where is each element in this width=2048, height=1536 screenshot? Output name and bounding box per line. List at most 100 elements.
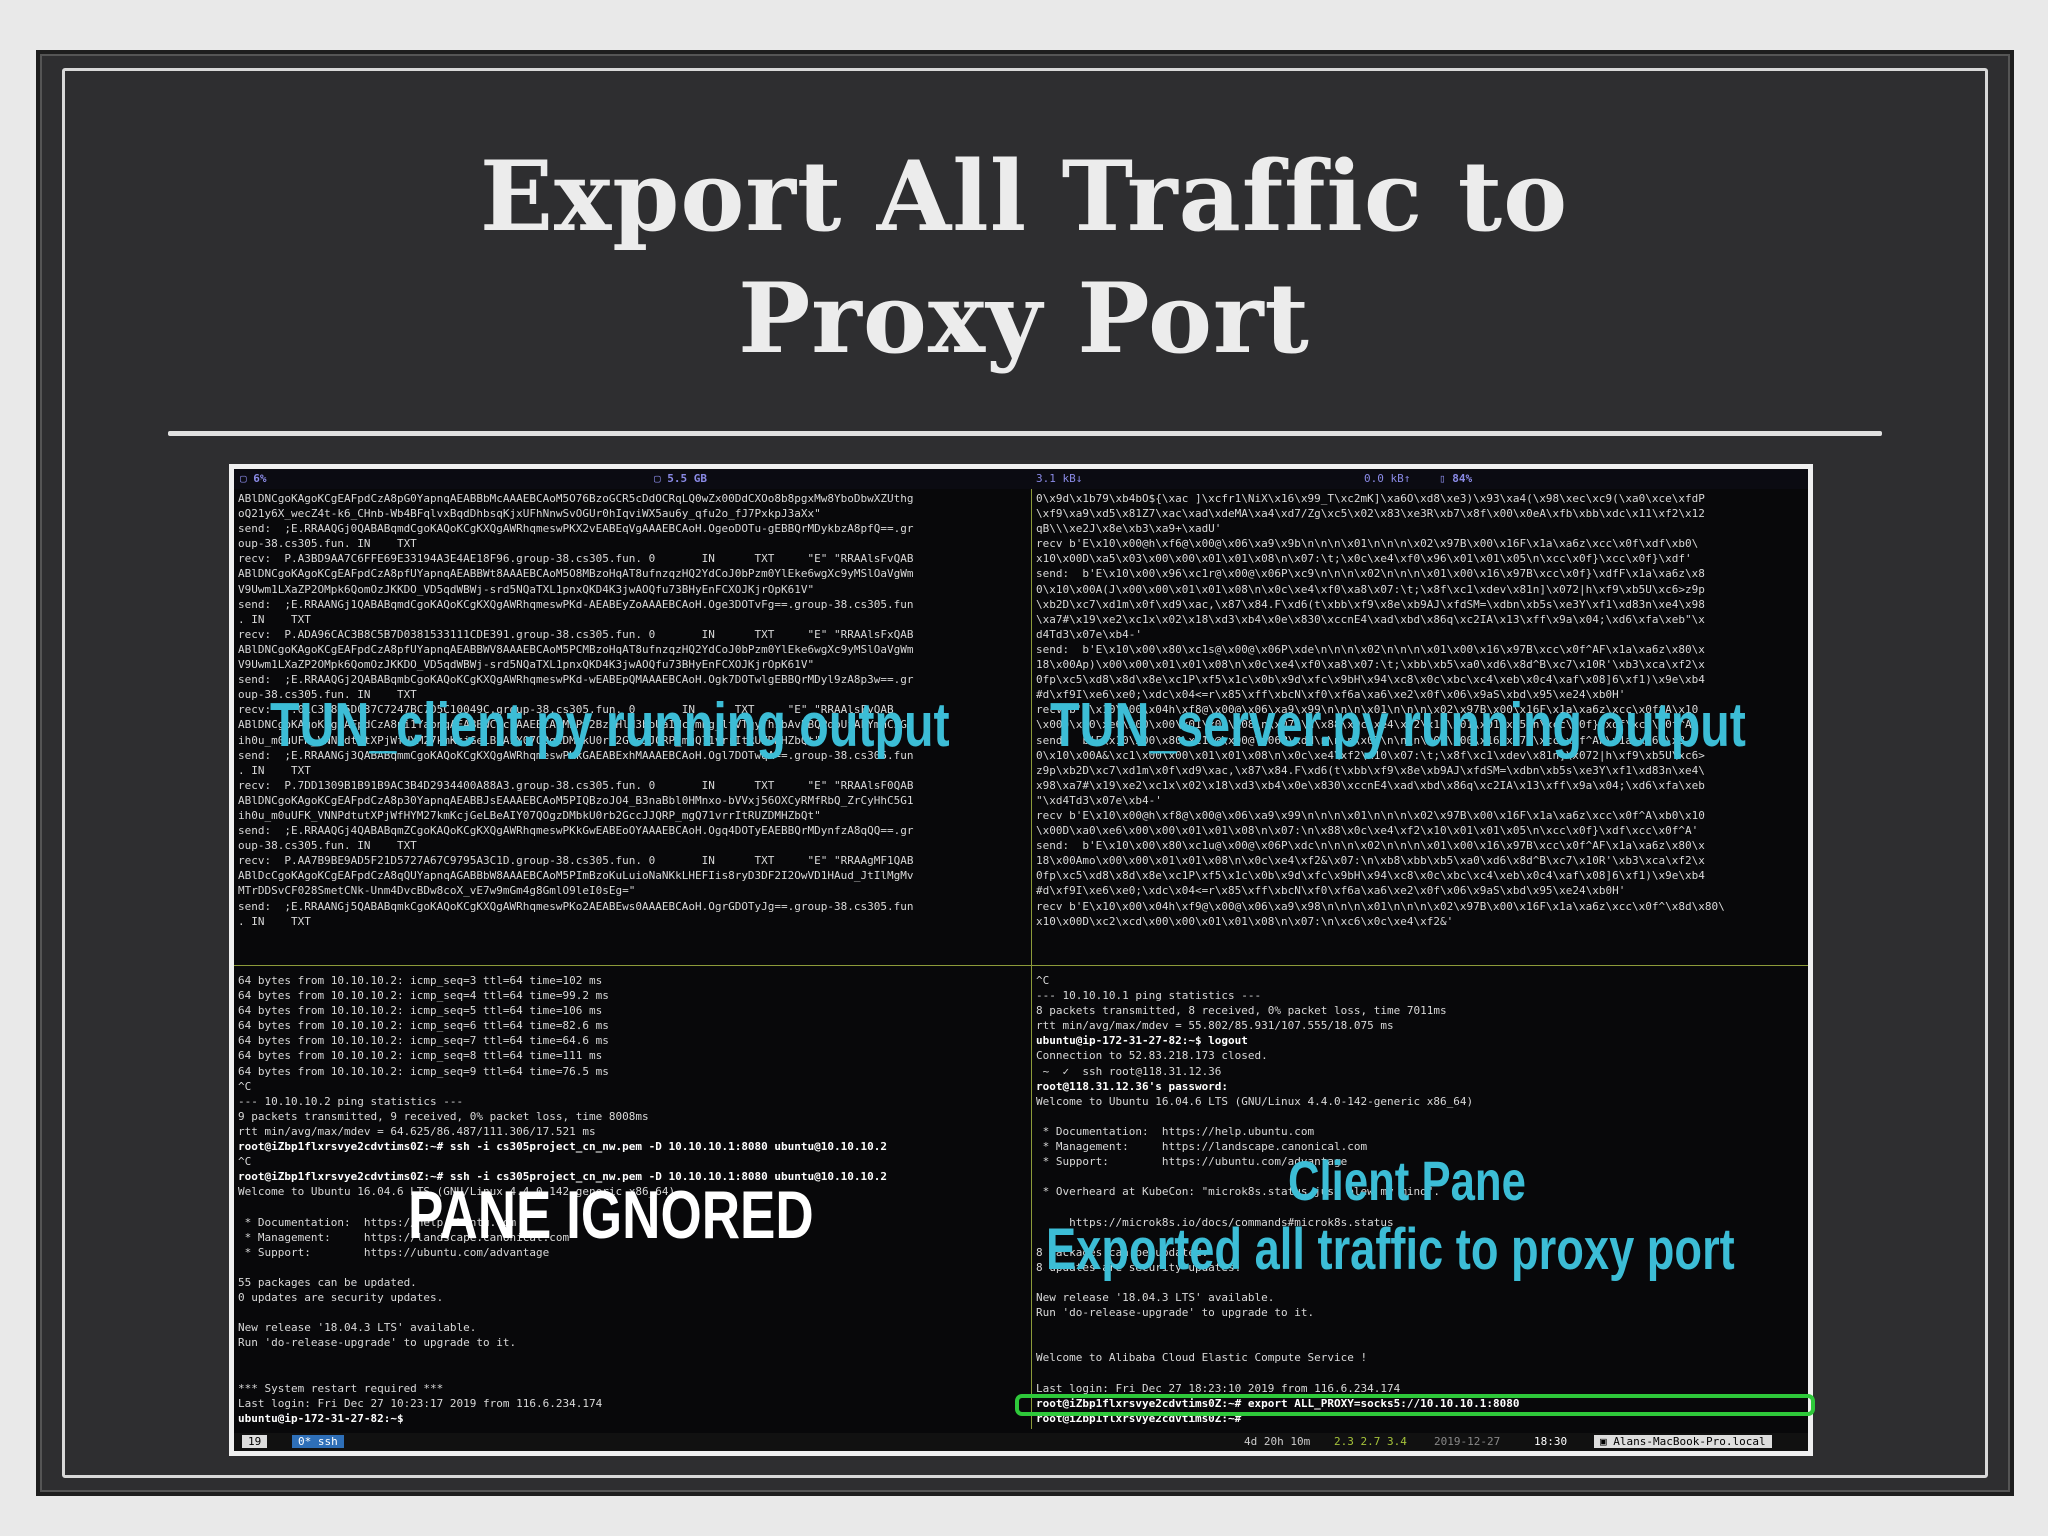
terminal-line: 0 updates are security updates. xyxy=(238,1290,444,1304)
terminal-line: recv b'E\x10\x00\x04h\xf9@\x00@\x06\xa9\… xyxy=(1036,899,1725,913)
terminal-line: \xa7#\x19\xe2\xc1x\x02\x18\xd3\xb4\x0e\x… xyxy=(1036,612,1705,626)
terminal-line: ih0u_m0uUFK_VNNPdtutXPjWfHYM27kmKcjGeLBe… xyxy=(238,808,821,822)
terminal-line: send: ;E.RRAAQGj2QABABqmbCgoKAQoKCgKXQgA… xyxy=(238,673,914,687)
terminal-line: send: ;E.RRAANGj1QABABqmdCgoKAQoKCgKXQgA… xyxy=(238,597,914,611)
slide-title-line1: Export All Traffic to xyxy=(479,140,1569,253)
terminal-line: send: ;E.RRAAQGj4QABABqmZCgoKAQoKCgKXQgA… xyxy=(238,824,914,838)
terminal-line: Run 'do-release-upgrade' to upgrade to i… xyxy=(1036,1306,1315,1320)
window-tab[interactable]: 0* ssh xyxy=(292,1435,344,1448)
terminal-line: 64 bytes from 10.10.10.2: icmp_seq=6 ttl… xyxy=(238,1019,609,1033)
tmux-topbar: ▢ 6% ▢ 5.5 GB 3.1 kB↓ 0.0 kB↑ ▯ 84% xyxy=(234,469,1808,489)
date-segment: 2019-12-27 xyxy=(1434,1435,1501,1448)
pane-divider-horizontal[interactable] xyxy=(234,965,1808,966)
terminal-line: ~ ✓ ssh root@118.31.12.36 xyxy=(1036,1064,1222,1078)
terminal-line: 64 bytes from 10.10.10.2: icmp_seq=9 ttl… xyxy=(238,1064,609,1078)
terminal-line: ^C xyxy=(238,1079,252,1093)
terminal-line: x98\xa7#\x19\xe2\xc1x\x02\x18\xd3\xb4\x0… xyxy=(1036,778,1705,792)
terminal-line: x10\x00D\xa5\x03\x00\x00\x01\x01\x08\n\x… xyxy=(1036,552,1692,566)
terminal-line: 64 bytes from 10.10.10.2: icmp_seq=8 ttl… xyxy=(238,1049,603,1063)
cpu-indicator: ▢ 6% xyxy=(240,472,267,485)
terminal-line: 9 packets transmitted, 9 received, 0% pa… xyxy=(238,1109,649,1123)
terminal-line: 64 bytes from 10.10.10.2: icmp_seq=3 ttl… xyxy=(238,974,603,987)
terminal-line: . IN TXT xyxy=(238,914,311,928)
uptime-segment: 4d 20h 10m xyxy=(1244,1435,1311,1448)
terminal-line: New release '18.04.3 LTS' available. xyxy=(1036,1290,1275,1304)
terminal-line: root@118.31.12.36's password: xyxy=(1036,1079,1229,1093)
terminal-line: recv b'E\x10\x00@h\xf6@\x00@\x06\xa9\x9b… xyxy=(1036,537,1699,551)
terminal-line: 55 packages can be updated. xyxy=(238,1275,417,1289)
terminal-line: New release '18.04.3 LTS' available. xyxy=(238,1321,477,1335)
terminal-line: oQ21y6X_wecZ4t-k6_CHnb-Wb4BFqlvxBqdDhbsq… xyxy=(238,507,821,521)
terminal-line: V9Uwm1LXaZP2OMpk6QomOzJKKDO_VD5qdWBWj-sr… xyxy=(238,658,815,672)
terminal-line: Welcome to Ubuntu 16.04.6 LTS (GNU/Linux… xyxy=(1036,1094,1474,1108)
battery-indicator: ▯ 84% xyxy=(1439,472,1473,485)
terminal-line: recv: P.ADA96CAC3B8C5B7D0381533111CDE391… xyxy=(238,627,914,641)
title-divider xyxy=(168,431,1882,436)
terminal-line: ABlDNCgoKAgoKCgEAFpdCzA8p30YapnqAEABBJsE… xyxy=(238,793,914,807)
terminal-line: ABlDNCgoKAgoKCgEAFpdCzA8pG0YapnqAEABBbMc… xyxy=(238,492,914,505)
terminal-line: \x00D\xa0\xe6\x00\x00\x01\x01\x08\n\x07:… xyxy=(1036,824,1699,838)
terminal-line: recv b'E\x10\x00@h\xf8@\x00@\x06\xa9\x99… xyxy=(1036,808,1705,822)
terminal-line: recv: P.7DD1309B1B91B9AC3B4D2934400A88A3… xyxy=(238,778,914,792)
terminal-line: 0\x10\x00A(J\x00\x00\x01\x01\x08\n\x0c\x… xyxy=(1036,582,1705,596)
terminal-line: 64 bytes from 10.10.10.2: icmp_seq=5 ttl… xyxy=(238,1004,603,1018)
terminal-line: MTrDDSvCF028SmetCNk-Unm4DvcBDw8coX_vE7w9… xyxy=(238,884,636,898)
terminal-line: . IN TXT xyxy=(238,612,311,626)
terminal-line: 0\x9d\x1b79\xb4bO${\xac ]\xcfr1\NiX\x16\… xyxy=(1036,492,1705,505)
terminal-line: 0fp\xc5\xd8\x8d\x8e\xc1P\xf5\x1c\x0b\x9d… xyxy=(1036,673,1705,687)
terminal-window: ▢ 6% ▢ 5.5 GB 3.1 kB↓ 0.0 kB↑ ▯ 84% ABlD… xyxy=(229,464,1813,1456)
terminal-line: \xf9\xa9\xd5\x81Z7\xac\xad\xdeMA\xa4\xd7… xyxy=(1036,507,1705,521)
terminal-line: recv: P.AA7B9BE9AD5F21D5727A67C9795A3C1D… xyxy=(238,854,914,868)
client-output-label: TUN_client.py running output xyxy=(270,691,950,760)
terminal-line: send: b'E\x10\x00\x80\xc1s@\x00@\x06P\xd… xyxy=(1036,642,1705,656)
terminal-line: --- 10.10.10.2 ping statistics --- xyxy=(238,1094,464,1108)
net-down-indicator: 3.1 kB↓ xyxy=(1036,472,1083,485)
load-segment: 2.3 2.7 3.4 xyxy=(1334,1435,1407,1448)
hostname-segment: ▣ Alans-MacBook-Pro.local xyxy=(1594,1435,1772,1448)
terminal-line: ABlDNCgoKAgoKCgEAFpdCzA8pfUYapnqAEABBWV8… xyxy=(238,642,914,656)
terminal-line: V9Uwm1LXaZP2OMpk6QomOzJKKDO_VD5qdWBWj-sr… xyxy=(238,582,815,596)
terminal-line: Run 'do-release-upgrade' to upgrade to i… xyxy=(238,1336,517,1350)
terminal-line: \xb2D\xc7\xd1m\x0f\xd9\xac,\x87\x84.F\xd… xyxy=(1036,597,1705,611)
pane-divider-vertical[interactable] xyxy=(1031,489,1032,1429)
terminal-line: ubuntu@ip-172-31-27-82:~$ logout xyxy=(1036,1034,1248,1048)
terminal-line: d4Td3\x07e\xb4-' xyxy=(1036,627,1142,641)
memory-indicator: ▢ 5.5 GB xyxy=(654,472,707,485)
terminal-line: Connection to 52.83.218.173 closed. xyxy=(1036,1049,1268,1063)
terminal-line: ABlDcCgoKAgoKCgEAFpdCzA8qQUYapnqAGABBbW8… xyxy=(238,869,914,883)
terminal-line: send: b'E\x10\x00\x96\xc1r@\x00@\x06P\xc… xyxy=(1036,567,1705,581)
terminal-line: send: b'E\x10\x00\x80\xc1u@\x00@\x06P\xd… xyxy=(1036,839,1705,853)
terminal-line: * Documentation: https://help.ubuntu.com xyxy=(1036,1124,1315,1138)
terminal-line: ubuntu@ip-172-31-27-82:~$ xyxy=(238,1411,404,1425)
terminal-line: x10\x00D\xc2\xcd\x00\x00\x01\x01\x08\n\x… xyxy=(1036,914,1454,928)
terminal-line: send: ;E.RRAANGj5QABABqmkCgoKAQoKCgKXQgA… xyxy=(238,899,914,913)
slide-title: Export All Traffic to Proxy Port xyxy=(0,136,2048,380)
terminal-line: Welcome to Alibaba Cloud Elastic Compute… xyxy=(1036,1351,1368,1365)
session-number[interactable]: 19 xyxy=(242,1435,268,1448)
terminal-line: root@iZbp1flxrsvye2cdvtims0Z:~# ssh -i c… xyxy=(238,1140,888,1154)
terminal-line: oup-38.cs305.fun. IN TXT xyxy=(238,839,417,853)
terminal-line: qB\\\xe2J\x8e\xb3\xa9+\xadU' xyxy=(1036,522,1222,536)
export-proxy-highlight xyxy=(1015,1394,1815,1416)
time-segment: 18:30 xyxy=(1534,1435,1568,1448)
terminal-line: recv: P.A3BD9AA7C6FFE69E33194A3E4AE18F96… xyxy=(238,552,914,566)
terminal-line: 64 bytes from 10.10.10.2: icmp_seq=7 ttl… xyxy=(238,1034,609,1048)
terminal-line: ^C xyxy=(238,1155,252,1169)
terminal-line: . IN TXT xyxy=(238,763,311,777)
net-up-indicator: 0.0 kB↑ xyxy=(1364,472,1411,485)
terminal-line: send: ;E.RRAAQGj0QABABqmdCgoKAQoKCgKXQgA… xyxy=(238,522,914,536)
terminal-line: 8 packets transmitted, 8 received, 0% pa… xyxy=(1036,1004,1447,1018)
terminal-line: ABlDNCgoKAgoKCgEAFpdCzA8pfUYapnqAEABBWt8… xyxy=(238,567,914,581)
tmux-statusbar: 19 0* ssh 4d 20h 10m 2.3 2.7 3.4 2019-12… xyxy=(234,1433,1808,1451)
terminal-line: *** System restart required *** xyxy=(238,1381,444,1395)
lock-icon: ▣ xyxy=(1600,1435,1614,1448)
terminal-line: 64 bytes from 10.10.10.2: icmp_seq=4 ttl… xyxy=(238,989,609,1003)
terminal-line: oup-38.cs305.fun. IN TXT xyxy=(238,537,417,551)
server-output-label: TUN_server.py running output xyxy=(1050,691,1746,760)
terminal-line: "\xd4Td3\x07e\xb4-' xyxy=(1036,793,1162,807)
